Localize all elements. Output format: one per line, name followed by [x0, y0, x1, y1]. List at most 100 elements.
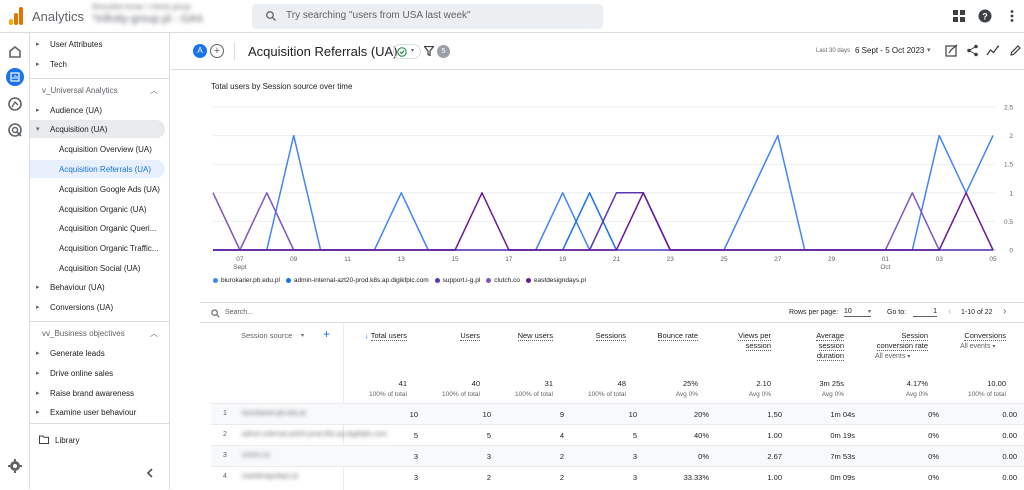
nav-item-audience[interactable]: ▸ Audience (UA)	[30, 101, 168, 119]
left-rail	[0, 33, 30, 489]
nav-label: Conversions (UA)	[50, 302, 114, 312]
nav-item-tech[interactable]: ▸ Tech	[30, 55, 168, 73]
column-header-label: Session	[901, 331, 928, 341]
nav-item-conversions[interactable]: ▸ Conversions (UA)	[30, 298, 168, 316]
column-header-session-conversion-rate[interactable]: Session conversion rate	[876, 331, 928, 351]
chevron-down-icon: ▾	[867, 309, 871, 315]
session-source-cell[interactable]: eastdesigndays.pl	[242, 473, 298, 480]
nav-label: Acquisition Overview (UA)	[59, 144, 152, 154]
apps-grid-icon[interactable]	[952, 9, 966, 23]
column-header-label: Users	[460, 331, 480, 341]
settings-icon[interactable]	[7, 458, 23, 474]
metric-cell: 33.33%	[683, 473, 709, 482]
table-row[interactable]: 4 eastdesigndays.pl 3 2 2 3 33.33% 1.00 0m 09s 0%…	[211, 466, 1024, 487]
x-tick-label: 25	[720, 256, 728, 263]
conversions-event-selector[interactable]: All events ▾	[960, 343, 995, 350]
column-header-users[interactable]: Users	[460, 331, 480, 341]
column-header-conversions[interactable]: Conversions	[964, 331, 1006, 341]
nav-item-generate-leads[interactable]: ▸ Generate leads	[30, 344, 168, 362]
legend-item[interactable]: clutch.co	[486, 277, 520, 284]
metric-cell: 0m 09s	[830, 473, 855, 482]
collapse-nav-icon[interactable]	[146, 468, 154, 478]
goto-page-input[interactable]: 1	[913, 308, 937, 317]
column-header-new-users[interactable]: New users	[517, 331, 553, 341]
nav-item-behaviour[interactable]: ▸ Behaviour (UA)	[30, 278, 168, 296]
search-placeholder: Try searching "users from USA last week"	[286, 10, 471, 21]
legend-swatch	[285, 278, 291, 283]
nav-subitem-acquisition-organic-queries[interactable]: Acquisition Organic Queri...	[30, 219, 168, 237]
legend-item[interactable]: admin-internal-azt20-prod.k8s.ap.digikfp…	[285, 277, 429, 284]
previous-page-icon[interactable]: ‹	[948, 307, 951, 317]
reports-icon[interactable]	[6, 68, 24, 86]
nav-item-library[interactable]: Library	[30, 431, 168, 449]
x-tick-sublabel: Sept	[233, 264, 247, 271]
metric-cell: 0%	[928, 452, 939, 461]
help-icon[interactable]: ?	[978, 9, 992, 23]
dimension-header-session-source[interactable]: Session source	[241, 331, 292, 341]
column-header-bounce-rate[interactable]: Bounce rate	[657, 331, 698, 341]
chevron-down-icon[interactable]: ▾	[927, 46, 931, 54]
table-row[interactable]: 1 biurokarier.pb.edu.pl 10 10 9 10 20% 1.50 1m 0…	[211, 403, 1024, 424]
top-bar: Analytics Wszystkie konta > Infinity gro…	[0, 0, 1024, 33]
nav-subitem-acquisition-organic[interactable]: Acquisition Organic (UA)	[30, 200, 168, 218]
nav-label: Acquisition Referrals (UA)	[59, 164, 152, 174]
edit-pencil-icon[interactable]	[1009, 44, 1022, 57]
nav-subitem-acquisition-organic-traffic[interactable]: Acquisition Organic Traffic...	[30, 239, 168, 257]
table-row[interactable]: 2 admin-internal-azt20-prod.k8s.ap.digikf…	[211, 424, 1024, 445]
explore-icon[interactable]	[7, 96, 23, 112]
date-range-picker[interactable]: 6 Sept - 5 Oct 2023	[855, 46, 924, 55]
account-selector[interactable]: Wszystkie konta > Infinity group *infini…	[92, 4, 242, 28]
add-dimension-button[interactable]: +	[323, 328, 330, 340]
x-tick-label: 11	[344, 256, 351, 263]
more-vert-icon[interactable]	[1005, 9, 1019, 23]
legend-item[interactable]: biurokarier.pb.edu.pl	[213, 277, 280, 284]
nav-subitem-acquisition-social[interactable]: Acquisition Social (UA)	[30, 259, 168, 277]
nav-section-label: vv_Business objectives	[42, 328, 125, 338]
session-source-cell[interactable]: biurokarier.pb.edu.pl	[242, 410, 305, 417]
nav-item-acquisition[interactable]: ▾ Acquisition (UA)	[30, 120, 165, 138]
legend-item[interactable]: eastdesigndays.pl	[525, 277, 586, 284]
rows-per-page-select[interactable]: 10 ▾	[844, 308, 871, 317]
app-title: Analytics	[32, 9, 85, 24]
advertising-icon[interactable]	[7, 122, 23, 138]
table-search-input[interactable]: Search...	[225, 309, 253, 316]
session-source-cell[interactable]: clutch.co	[242, 452, 270, 459]
add-comparison-button[interactable]: +	[210, 44, 224, 58]
nav-item-drive-online-sales[interactable]: ▸ Drive online sales	[30, 364, 168, 382]
y-tick-label: 2.5	[1004, 105, 1013, 112]
session-source-cell[interactable]: admin-internal-azt20-prod.k8s.ap.digikfp…	[242, 431, 387, 438]
filter-icon[interactable]	[424, 46, 434, 56]
chevron-down-icon[interactable]: ▾	[301, 331, 304, 341]
x-tick-sublabel: Oct	[880, 264, 890, 271]
search-bar[interactable]: Try searching "users from USA last week"	[252, 4, 603, 29]
legend-item[interactable]: support.i-g.pl	[434, 277, 480, 284]
line-chart[interactable]: 0 0.5 1 1.5 2 2.5 07Sept 09 11 13 15 17 19 21 23 25 27 29…	[200, 70, 1024, 275]
total-value: 48	[617, 379, 626, 388]
home-icon[interactable]	[7, 44, 23, 60]
comparison-chip[interactable]: A	[193, 44, 207, 58]
column-header-views-per-session[interactable]: Views per session	[738, 331, 771, 351]
conversion-event-selector[interactable]: All events ▾	[875, 353, 910, 360]
column-header-label: conversion rate	[876, 341, 928, 351]
nav-item-examine-user-behaviour[interactable]: ▸ Examine user behaviour	[30, 403, 168, 421]
nav-item-user-attributes[interactable]: ▸ User Attributes	[30, 35, 168, 53]
column-header-average-session-duration[interactable]: Average session duration	[816, 331, 844, 361]
total-value: 31	[544, 379, 553, 388]
column-header-sessions[interactable]: Sessions	[595, 331, 626, 341]
nav-subitem-acquisition-google-ads[interactable]: Acquisition Google Ads (UA)	[30, 180, 168, 198]
insights-icon[interactable]	[986, 44, 999, 57]
customize-report-icon[interactable]	[945, 44, 958, 57]
nav-subitem-acquisition-overview[interactable]: Acquisition Overview (UA)	[30, 140, 168, 158]
filter-count-badge[interactable]: 5	[437, 45, 450, 58]
nav-section-universal-analytics[interactable]: v_Universal Analytics ︿	[30, 81, 168, 99]
nav-item-raise-brand-awareness[interactable]: ▸ Raise brand awareness	[30, 384, 168, 402]
next-page-icon[interactable]: ›	[1003, 307, 1006, 317]
column-header-label: Views per	[738, 331, 771, 341]
table-row[interactable]: 3 clutch.co 3 3 2 3 0% 2.67 7m 53s 0% 0.00	[211, 445, 1024, 466]
report-status-dropdown[interactable]: ▾	[393, 44, 421, 59]
column-header-total-users[interactable]: ↓ Total users	[365, 331, 407, 341]
nav-subitem-acquisition-referrals[interactable]: Acquisition Referrals (UA)	[30, 160, 165, 178]
nav-section-business-objectives[interactable]: vv_Business objectives ︿	[30, 324, 168, 342]
share-icon[interactable]	[966, 44, 979, 57]
analytics-logo-icon[interactable]	[9, 7, 23, 25]
